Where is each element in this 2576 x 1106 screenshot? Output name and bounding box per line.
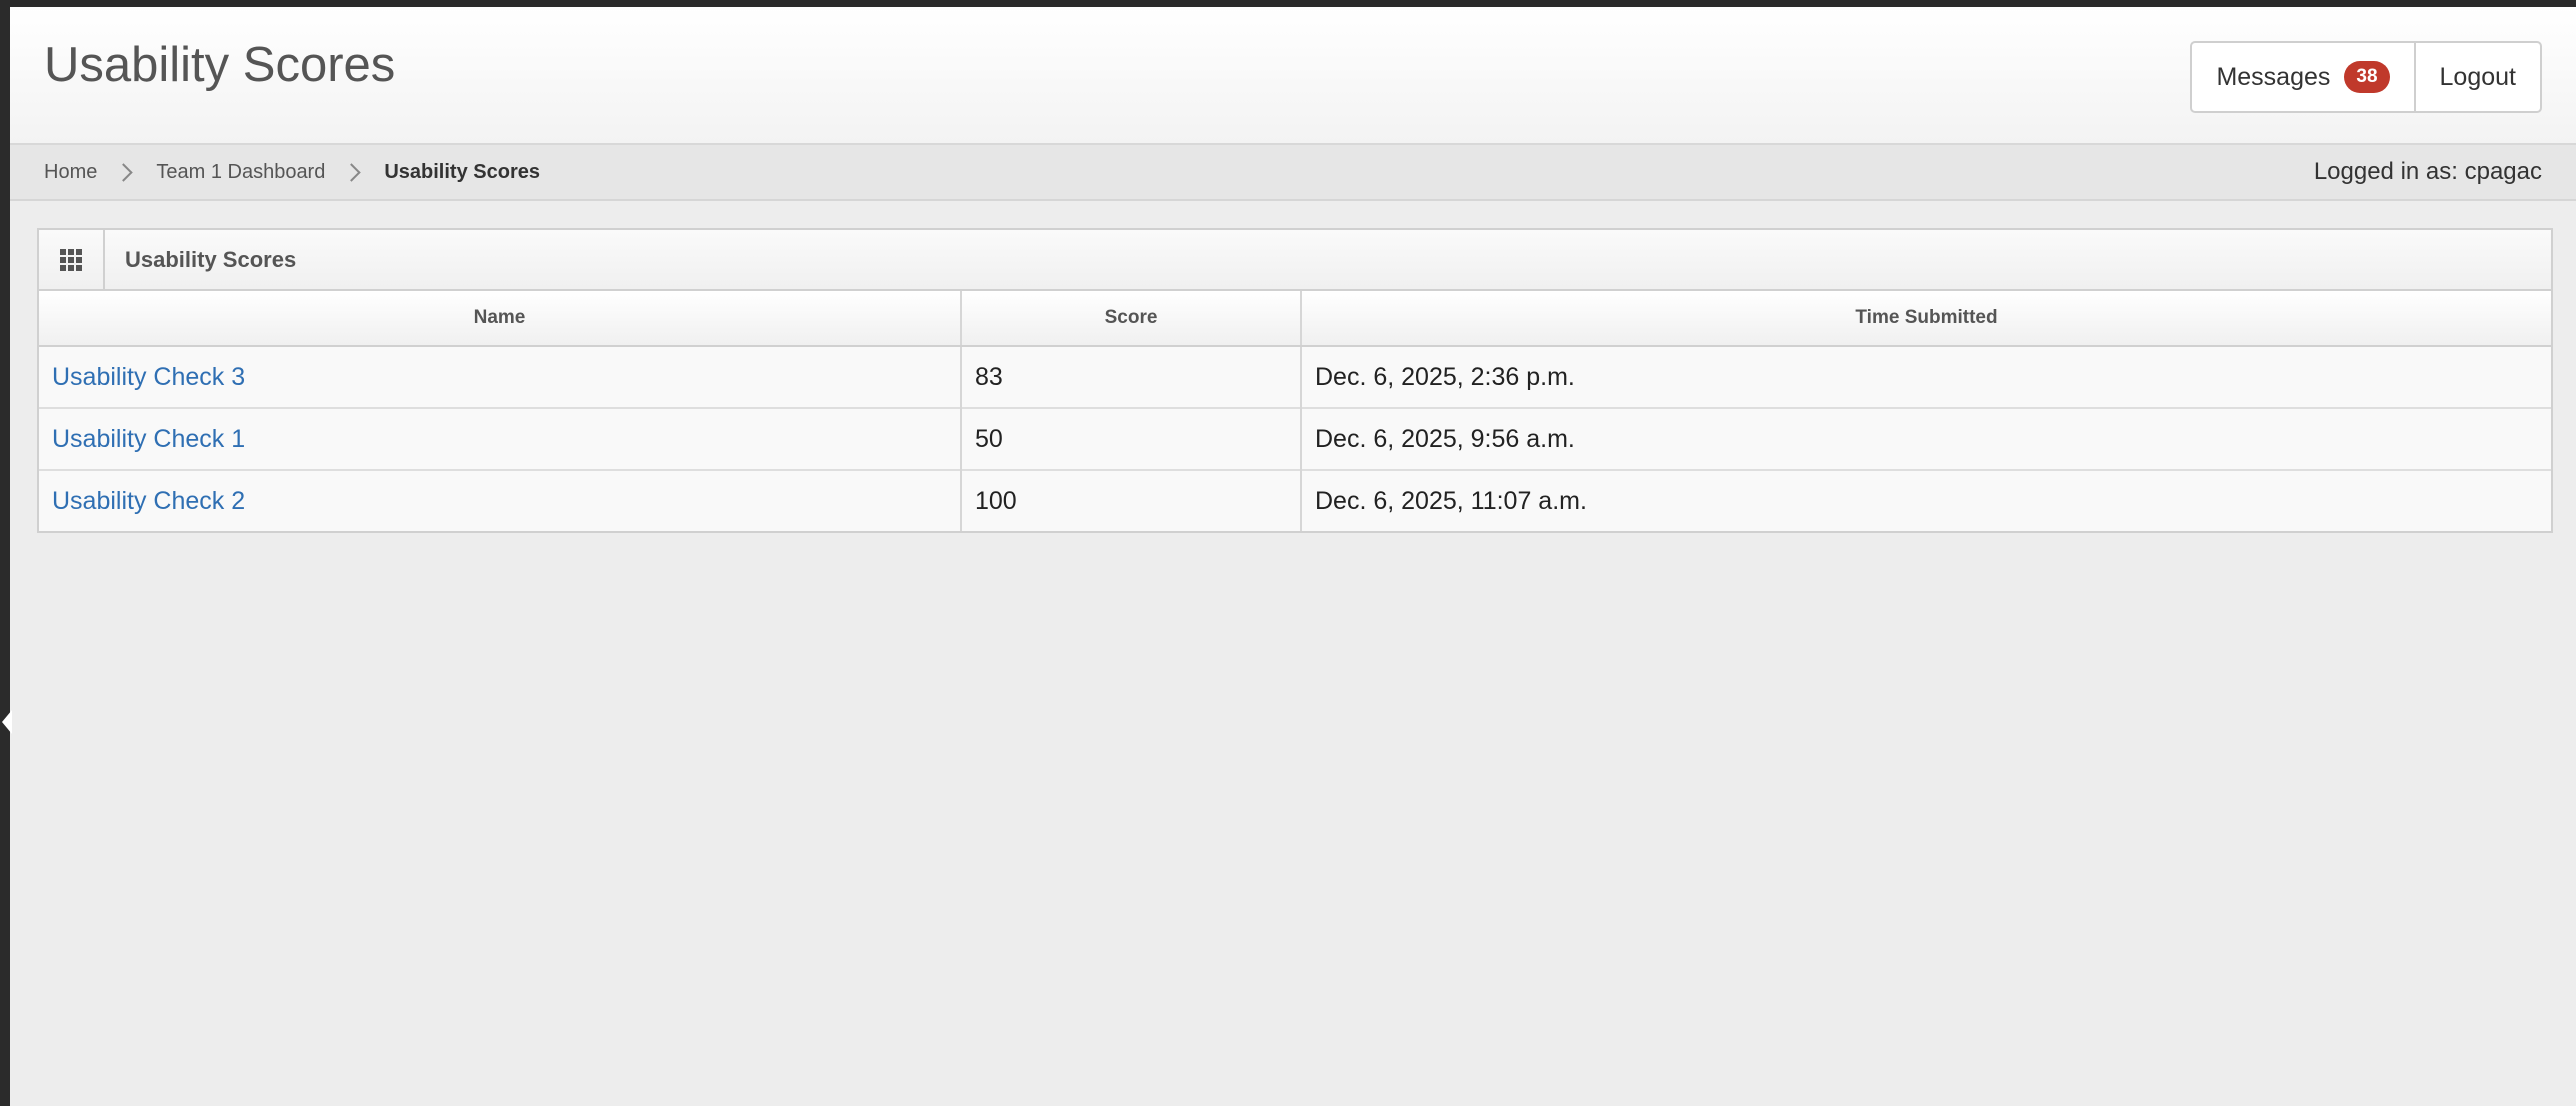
column-header-score[interactable]: Score (961, 291, 1302, 347)
table-row: Usability Check 3 83 Dec. 6, 2025, 2:36 … (39, 346, 2551, 408)
usability-check-link[interactable]: Usability Check 1 (52, 425, 245, 453)
page-title: Usability Scores (44, 38, 396, 92)
grid-icon-button[interactable] (39, 230, 105, 289)
table-header-row: Name Score Time Submitted (39, 291, 2551, 347)
table-row: Usability Check 2 100 Dec. 6, 2025, 11:0… (39, 469, 2551, 531)
cell-time-submitted: Dec. 6, 2025, 2:36 p.m. (1301, 346, 2551, 408)
header-button-group: Messages 38 Logout (2190, 41, 2542, 113)
sidebar-toggle-arrow-icon[interactable] (2, 710, 12, 734)
column-header-name[interactable]: Name (39, 291, 962, 347)
messages-label: Messages (2216, 62, 2331, 91)
grid-icon (60, 248, 82, 271)
cell-name: Usability Check 3 (39, 346, 962, 408)
column-header-time-submitted[interactable]: Time Submitted (1301, 291, 2551, 347)
usability-check-link[interactable]: Usability Check 3 (52, 363, 245, 391)
chevron-right-icon (342, 162, 362, 182)
cell-score: 50 (961, 407, 1302, 470)
panel-title: Usability Scores (125, 246, 297, 272)
cell-score: 83 (961, 346, 1302, 408)
logout-button[interactable]: Logout (2413, 43, 2540, 111)
messages-button[interactable]: Messages 38 (2192, 43, 2413, 111)
logged-in-user: Logged in as: cpagac (2313, 158, 2542, 185)
scores-table: Name Score Time Submitted Usability Chec… (39, 291, 2551, 531)
breadcrumb-home[interactable]: Home (44, 161, 97, 184)
table-row: Usability Check 1 50 Dec. 6, 2025, 9:56 … (39, 407, 2551, 470)
breadcrumb: Home Team 1 Dashboard Usability Scores (44, 145, 540, 199)
app-window: Usability Scores Messages 38 Logout Home… (10, 7, 2576, 1106)
cell-name: Usability Check 1 (39, 407, 962, 470)
panel-header: Usability Scores (39, 230, 2551, 291)
usability-check-link[interactable]: Usability Check 2 (52, 487, 245, 515)
scores-panel: Usability Scores Name Score Time Submitt… (37, 228, 2553, 533)
breadcrumb-bar: Home Team 1 Dashboard Usability Scores L… (10, 145, 2576, 201)
cell-time-submitted: Dec. 6, 2025, 11:07 a.m. (1301, 469, 2551, 531)
breadcrumb-current: Usability Scores (384, 160, 540, 183)
breadcrumb-team-dashboard[interactable]: Team 1 Dashboard (156, 161, 325, 184)
chevron-right-icon (114, 162, 134, 182)
cell-name: Usability Check 2 (39, 469, 962, 531)
cell-time-submitted: Dec. 6, 2025, 9:56 a.m. (1301, 407, 2551, 470)
page-header: Usability Scores Messages 38 Logout (10, 7, 2576, 145)
messages-count-badge: 38 (2344, 61, 2390, 93)
cell-score: 100 (961, 469, 1302, 531)
